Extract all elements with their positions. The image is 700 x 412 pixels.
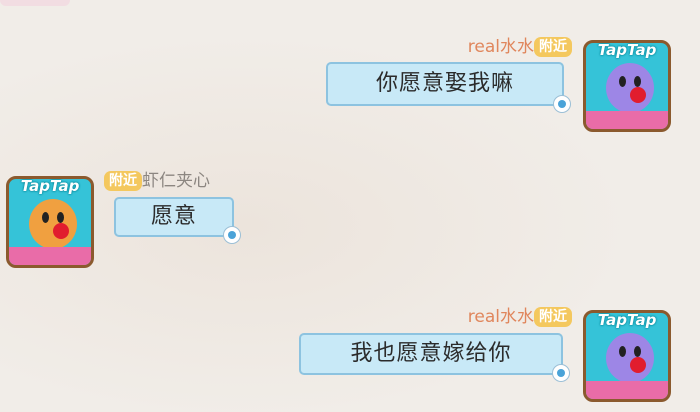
taptap-logo: TapTap: [20, 177, 80, 195]
sender-name-text: real水水: [467, 307, 534, 327]
purple-mole-avatar[interactable]: TapTap: [583, 34, 671, 134]
orange-mole-avatar[interactable]: TapTap: [6, 170, 94, 270]
sender-name: 附近 虾仁夹心: [104, 166, 210, 191]
message-text: 你愿意娶我嘛: [375, 71, 514, 96]
message-bubble[interactable]: 愿意: [114, 197, 241, 244]
message-bubble[interactable]: 我也愿意嫁给你: [299, 333, 570, 382]
nearby-badge: 附近: [534, 37, 572, 57]
bubble-status-icon: [223, 226, 241, 244]
purple-mole-avatar[interactable]: TapTap: [583, 304, 671, 404]
taptap-logo: TapTap: [597, 311, 657, 329]
sender-name-text: 虾仁夹心: [142, 171, 210, 191]
bubble-status-icon: [552, 364, 570, 382]
nearby-badge: 附近: [104, 171, 142, 191]
bubble-status-icon: [553, 95, 571, 113]
message-bubble[interactable]: 你愿意娶我嘛: [326, 62, 571, 113]
message-text: 我也愿意嫁给你: [350, 341, 512, 366]
previous-avatar-edge: [0, 0, 70, 6]
message-text: 愿意: [150, 204, 197, 229]
sender-name: real水水 附近: [468, 302, 572, 327]
taptap-logo: TapTap: [597, 41, 657, 59]
nearby-badge: 附近: [534, 307, 572, 327]
sender-name: real水水 附近: [468, 32, 572, 57]
sender-name-text: real水水: [467, 37, 534, 57]
